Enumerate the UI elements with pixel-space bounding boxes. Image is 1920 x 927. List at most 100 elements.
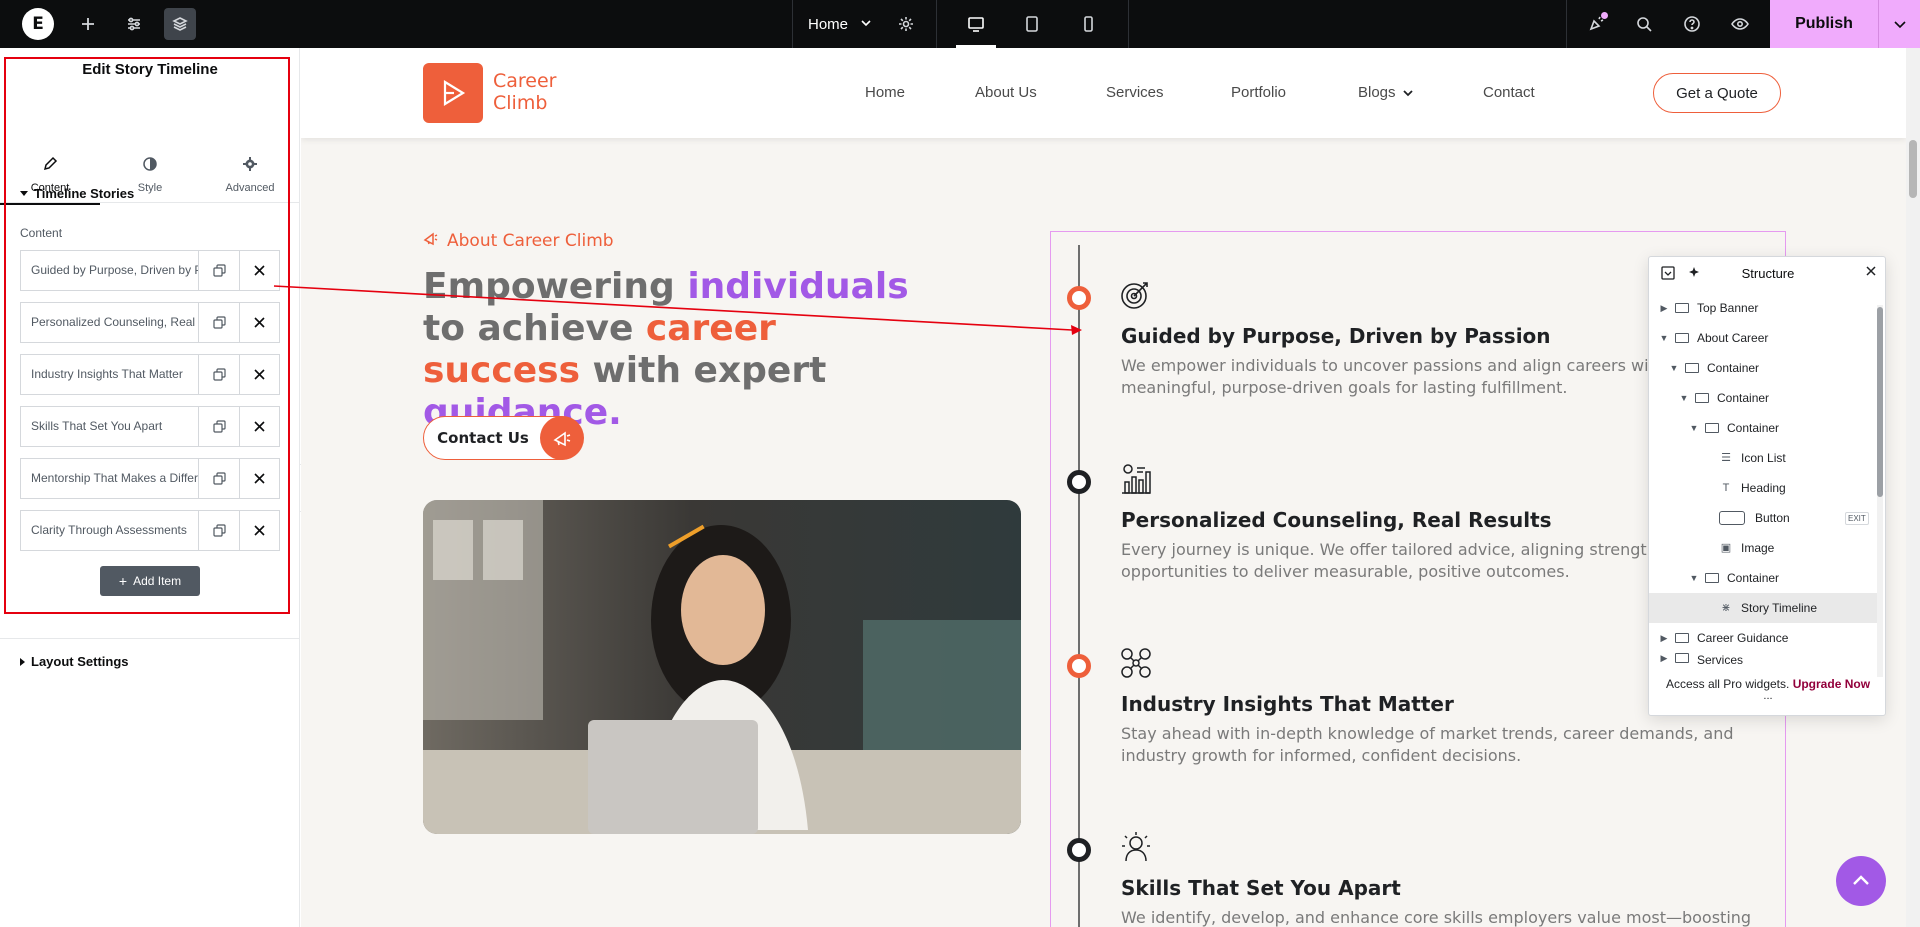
page-selector[interactable]: Home	[808, 0, 872, 48]
whats-new-icon[interactable]	[1580, 8, 1612, 40]
tree-item-container[interactable]: ▼ Container	[1649, 413, 1879, 443]
search-icon[interactable]	[1628, 8, 1660, 40]
tab-content[interactable]: Content	[0, 100, 100, 205]
duplicate-icon[interactable]	[199, 355, 239, 394]
tree-item-about-career[interactable]: ▼ About Career	[1649, 323, 1879, 353]
caret-right-icon[interactable]: ▶	[1659, 653, 1669, 664]
repeater-item[interactable]: Clarity Through Assessments	[20, 510, 280, 551]
close-icon[interactable]	[239, 407, 279, 446]
tree-item-container[interactable]: ▼ Container	[1649, 563, 1879, 593]
tree-item-container[interactable]: ▼ Container	[1649, 383, 1879, 413]
repeater-item-title[interactable]: Skills That Set You Apart	[21, 407, 199, 446]
repeater-item[interactable]: Mentorship That Makes a Differ	[20, 458, 280, 499]
publish-label: Publish	[1795, 15, 1853, 32]
elementor-logo[interactable]: E	[22, 8, 54, 40]
tree-item-services[interactable]: ▶ Services	[1649, 653, 1879, 671]
preview-icon[interactable]	[1724, 8, 1756, 40]
page-settings-icon[interactable]	[890, 8, 922, 40]
caret-down-icon[interactable]: ▼	[1679, 393, 1689, 403]
chevron-down-icon	[1402, 86, 1414, 103]
eyebrow-text: About Career Climb	[447, 230, 614, 251]
timeline-item-desc: We identify, develop, and enhance core s…	[1121, 908, 1752, 927]
tree-item-label: Container	[1727, 571, 1780, 585]
tree-item-heading[interactable]: T Heading	[1649, 473, 1879, 503]
desktop-icon[interactable]	[948, 0, 1004, 48]
duplicate-icon[interactable]	[199, 407, 239, 446]
help-icon[interactable]	[1676, 8, 1708, 40]
site-logo[interactable]	[423, 63, 483, 123]
close-icon[interactable]	[239, 303, 279, 342]
tree-item-image[interactable]: ▣ Image	[1649, 533, 1879, 563]
structure-header: Structure	[1649, 257, 1887, 289]
tree-item-container[interactable]: ▼ Container	[1649, 353, 1879, 383]
add-item-button[interactable]: + Add Item	[100, 566, 200, 596]
tree-item-icon-list[interactable]: ☰ Icon List	[1649, 443, 1879, 473]
close-icon[interactable]	[239, 511, 279, 550]
tree-item-story-timeline[interactable]: ⋇ Story Timeline	[1649, 593, 1879, 623]
duplicate-icon[interactable]	[199, 459, 239, 498]
tree-item-label: Container	[1707, 361, 1760, 375]
add-element-icon[interactable]	[72, 8, 104, 40]
nav-home[interactable]: Home	[865, 84, 905, 101]
layout-settings-section[interactable]: Layout Settings	[20, 654, 129, 669]
more-handle[interactable]: ...	[1649, 691, 1887, 702]
nav-contact[interactable]: Contact	[1483, 84, 1535, 101]
repeater-item[interactable]: Industry Insights That Matter	[20, 354, 280, 395]
caret-down-icon[interactable]: ▼	[1689, 573, 1699, 583]
upgrade-now-link[interactable]: Upgrade Now	[1793, 677, 1870, 691]
sliders-icon[interactable]	[118, 8, 150, 40]
contact-us-button[interactable]: Contact Us	[423, 416, 584, 460]
close-icon[interactable]	[239, 459, 279, 498]
chevron-down-icon[interactable]	[1878, 0, 1920, 48]
publish-button[interactable]: Publish	[1770, 0, 1920, 48]
tab-advanced[interactable]: Advanced	[200, 100, 300, 200]
tab-style[interactable]: Style	[100, 100, 200, 200]
tree-item-top-banner[interactable]: ▶ Top Banner	[1649, 293, 1879, 323]
duplicate-icon[interactable]	[199, 251, 239, 290]
container-icon	[1705, 573, 1719, 583]
close-icon[interactable]	[239, 355, 279, 394]
layers-icon[interactable]	[164, 8, 196, 40]
caret-right-icon[interactable]: ▶	[1659, 633, 1669, 644]
get-a-quote-button[interactable]: Get a Quote	[1653, 73, 1781, 113]
duplicate-icon[interactable]	[199, 303, 239, 342]
page-scrollbar[interactable]	[1906, 48, 1920, 927]
repeater-item[interactable]: Guided by Purpose, Driven by P	[20, 250, 280, 291]
caret-down-icon[interactable]: ▼	[1669, 363, 1679, 373]
top-bar: E Home Publish	[0, 0, 1920, 48]
container-icon	[1695, 393, 1709, 403]
timeline-dot	[1067, 838, 1091, 862]
container-icon	[1705, 423, 1719, 433]
repeater-item[interactable]: Personalized Counseling, Real	[20, 302, 280, 343]
close-icon[interactable]	[1865, 265, 1877, 280]
caret-down-icon[interactable]: ▼	[1689, 423, 1699, 433]
duplicate-icon[interactable]	[199, 511, 239, 550]
repeater-item-title[interactable]: Industry Insights That Matter	[21, 355, 199, 394]
nav-portfolio[interactable]: Portfolio	[1231, 84, 1286, 101]
nav-about-us[interactable]: About Us	[975, 84, 1037, 101]
timeline-dot	[1067, 286, 1091, 310]
nav-blogs[interactable]: Blogs	[1358, 84, 1396, 101]
caret-right-icon[interactable]: ▶	[1659, 303, 1669, 314]
upsell-text: Access all Pro widgets.	[1665, 677, 1790, 691]
repeater-item-title[interactable]: Clarity Through Assessments	[21, 511, 199, 550]
tablet-icon[interactable]	[1004, 0, 1060, 48]
timeline-stories-section[interactable]: Timeline Stories	[20, 186, 134, 201]
tree-item-label: Career Guidance	[1697, 631, 1789, 645]
repeater-item-title[interactable]: Mentorship That Makes a Differ	[21, 459, 199, 498]
caret-down-icon[interactable]: ▼	[1659, 333, 1669, 343]
close-icon[interactable]	[239, 251, 279, 290]
repeater-item-title[interactable]: Personalized Counseling, Real	[21, 303, 199, 342]
repeater-item[interactable]: Skills That Set You Apart	[20, 406, 280, 447]
structure-scrollbar[interactable]	[1877, 305, 1883, 677]
scroll-to-top-button[interactable]	[1836, 856, 1886, 906]
nav-services[interactable]: Services	[1106, 84, 1164, 101]
mobile-icon[interactable]	[1060, 0, 1116, 48]
repeater-item-title[interactable]: Guided by Purpose, Driven by P	[21, 251, 199, 290]
tree-item-button[interactable]: Button EXIT	[1649, 503, 1879, 533]
site-logo-text[interactable]: Career Climb	[493, 70, 583, 114]
chart-icon	[1119, 462, 1153, 496]
tree-item-career-guidance[interactable]: ▶ Career Guidance	[1649, 623, 1879, 653]
timeline-dot	[1067, 654, 1091, 678]
container-icon	[1675, 653, 1689, 663]
